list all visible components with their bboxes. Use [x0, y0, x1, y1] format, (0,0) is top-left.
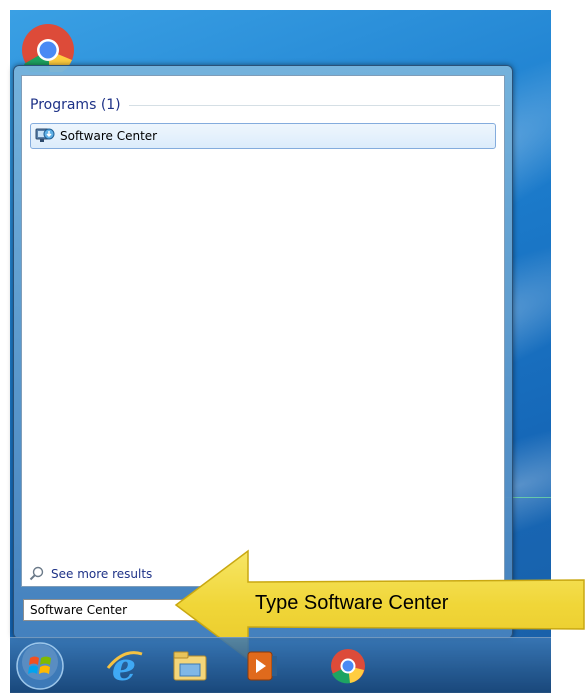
taskbar: e [10, 637, 551, 693]
search-results-panel: Programs (1) Software Center See more re… [21, 75, 505, 587]
see-more-results-link[interactable]: See more results [29, 565, 152, 583]
file-explorer-icon[interactable] [170, 646, 210, 686]
chrome-icon[interactable] [328, 646, 368, 686]
see-more-label: See more results [51, 567, 153, 581]
software-center-icon [35, 128, 55, 142]
internet-explorer-icon[interactable]: e [104, 644, 144, 688]
programs-group-header: Programs (1) [30, 95, 500, 115]
result-label: Software Center [60, 129, 158, 143]
group-divider [128, 104, 500, 106]
search-icon [29, 566, 44, 581]
search-input-value: Software Center [30, 603, 128, 617]
start-orb[interactable] [14, 640, 66, 692]
annotation-text: Type Software Center [255, 592, 449, 614]
svg-text:e: e [112, 644, 136, 688]
programs-group-label: Programs (1) [30, 97, 121, 113]
result-software-center[interactable]: Software Center [30, 123, 496, 149]
media-player-icon[interactable] [245, 648, 281, 684]
